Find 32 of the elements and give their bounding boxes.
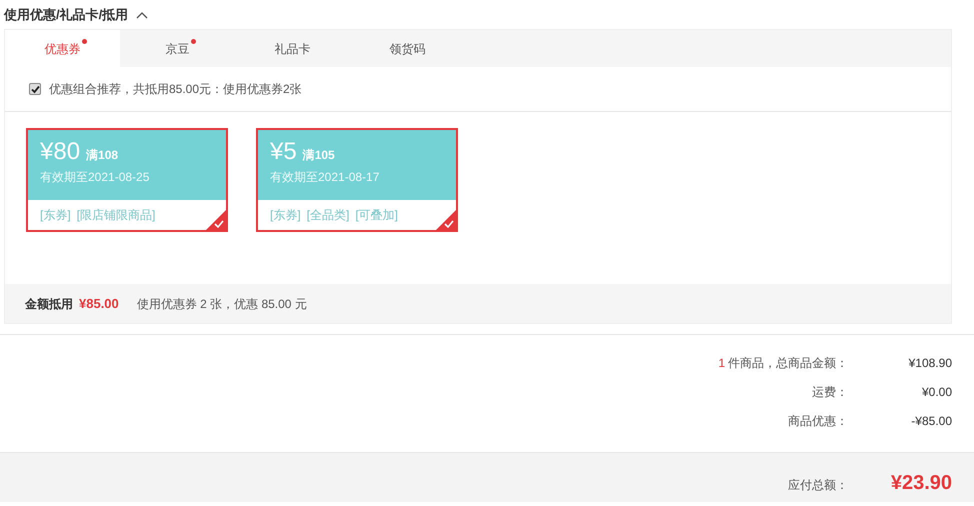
coupon-validity: 有效期至2021-08-17 (270, 169, 380, 186)
total-value: -¥85.00 (910, 412, 953, 430)
section-title: 使用优惠/礼品卡/抵用 (4, 6, 128, 24)
deduction-label: 金额抵用 (25, 296, 73, 312)
coupon-amount: ¥80 (40, 138, 80, 166)
coupon-validity: 有效期至2021-08-25 (40, 169, 150, 186)
tab[interactable]: 领货码 (350, 30, 465, 67)
tab[interactable]: 京豆 (120, 30, 235, 67)
checkbox[interactable] (29, 83, 41, 95)
tab[interactable]: 礼品卡 (235, 30, 350, 67)
coupon-tag: [全品类] (306, 206, 350, 224)
total-label: 运费： (812, 384, 848, 400)
chevron-icon[interactable] (136, 10, 148, 18)
total-label: 1 件商品，总商品金额： (718, 354, 848, 372)
tab[interactable]: 优惠券 (5, 30, 120, 67)
payable-label: 应付总额： (788, 477, 848, 494)
selected-check-icon (436, 210, 456, 230)
coupon-tag: [东券] (40, 206, 71, 224)
coupon-amount: ¥5 (270, 138, 297, 166)
coupon-tag: [限店铺限商品] (76, 206, 156, 224)
coupon-condition: 满108 (86, 147, 118, 164)
deduction-amount: ¥85.00 (79, 294, 119, 313)
coupon-condition: 满105 (302, 147, 335, 164)
recommend-label: 优惠组合推荐，共抵用85.00元：使用优惠券2张 (49, 81, 302, 98)
coupon-tag: [东券] (270, 206, 301, 224)
selected-check-icon (206, 210, 226, 230)
deduction-note: 使用优惠券 2 张，优惠 85.00 元 (136, 296, 307, 312)
total-value: ¥0.00 (920, 384, 953, 400)
total-label: 商品优惠： (788, 412, 848, 430)
payable-value: ¥23.90 (890, 472, 953, 494)
total-value: ¥108.90 (908, 354, 953, 372)
coupon-tag: [可叠加] (355, 206, 398, 224)
